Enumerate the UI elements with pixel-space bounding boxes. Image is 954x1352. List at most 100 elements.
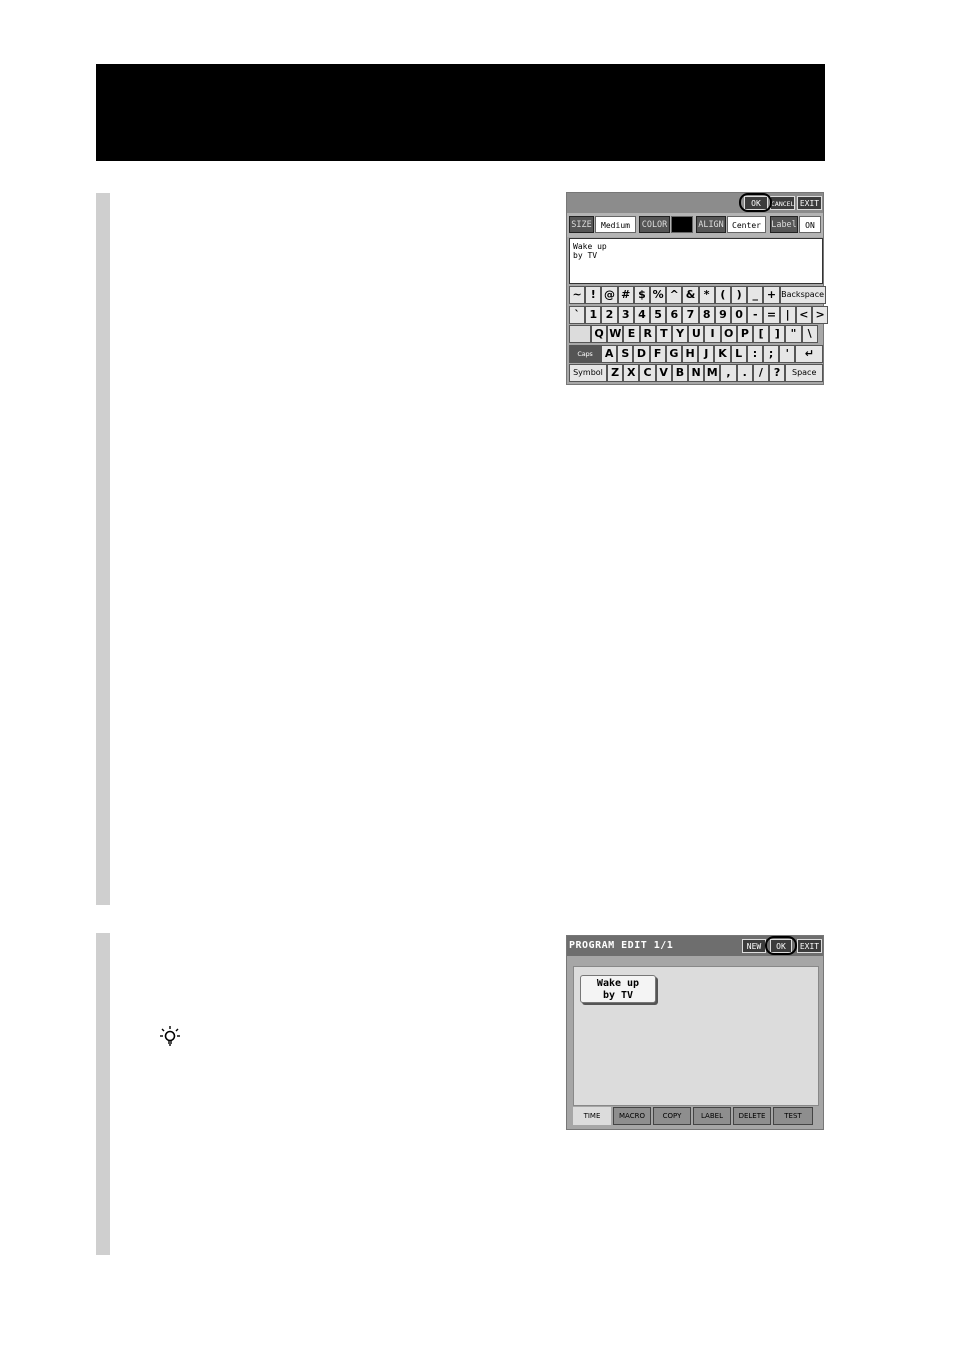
key-8[interactable]: 8 bbox=[698, 305, 715, 324]
exit-button[interactable]: EXIT bbox=[797, 196, 822, 210]
key-v[interactable]: V bbox=[655, 364, 672, 382]
key-h[interactable]: H bbox=[682, 344, 699, 363]
tab-copy[interactable]: COPY bbox=[653, 1107, 691, 1125]
key-caret[interactable]: ^ bbox=[666, 286, 683, 304]
key-underscore[interactable]: _ bbox=[747, 286, 764, 304]
key-m[interactable]: M bbox=[704, 364, 721, 382]
tab-delete[interactable]: DELETE bbox=[733, 1107, 771, 1125]
header-bar bbox=[96, 64, 825, 161]
key-0[interactable]: 0 bbox=[731, 305, 748, 324]
program-button-wake-up[interactable]: Wake up by TV bbox=[580, 975, 656, 1003]
key-r[interactable]: R bbox=[639, 325, 656, 343]
key-period[interactable]: . bbox=[736, 364, 753, 382]
key-pipe[interactable]: | bbox=[779, 305, 796, 324]
key-a[interactable]: A bbox=[601, 344, 618, 363]
key-exclamation[interactable]: ! bbox=[585, 286, 602, 304]
key-u[interactable]: U bbox=[688, 325, 705, 343]
key-2[interactable]: 2 bbox=[601, 305, 618, 324]
key-apostrophe[interactable]: ' bbox=[779, 344, 796, 363]
size-value[interactable]: Medium bbox=[595, 216, 636, 233]
key-ampersand[interactable]: & bbox=[682, 286, 699, 304]
key-x[interactable]: X bbox=[623, 364, 640, 382]
key-3[interactable]: 3 bbox=[617, 305, 634, 324]
tab-time[interactable]: TIME bbox=[573, 1107, 611, 1125]
program-edit-top-bar: PROGRAM EDIT 1/1 NEW OK EXIT bbox=[567, 936, 823, 956]
key-comma[interactable]: , bbox=[720, 364, 737, 382]
key-minus[interactable]: - bbox=[747, 305, 764, 324]
key-k[interactable]: K bbox=[714, 344, 731, 363]
key-y[interactable]: Y bbox=[672, 325, 689, 343]
key-quote[interactable]: " bbox=[785, 325, 802, 343]
text-line-1: Wake up bbox=[573, 242, 607, 251]
key-w[interactable]: W bbox=[607, 325, 624, 343]
key-paren-open[interactable]: ( bbox=[714, 286, 731, 304]
key-i[interactable]: I bbox=[704, 325, 721, 343]
key-enter[interactable]: ↵ bbox=[795, 344, 824, 363]
key-4[interactable]: 4 bbox=[633, 305, 650, 324]
key-paren-close[interactable]: ) bbox=[731, 286, 748, 304]
key-c[interactable]: C bbox=[639, 364, 656, 382]
tab-label[interactable]: LABEL bbox=[693, 1107, 731, 1125]
key-7[interactable]: 7 bbox=[682, 305, 699, 324]
color-label[interactable]: COLOR bbox=[639, 216, 670, 233]
tab-bar: TIME MACRO COPY LABEL DELETE TEST bbox=[567, 1107, 823, 1127]
key-percent[interactable]: % bbox=[650, 286, 667, 304]
key-d[interactable]: D bbox=[633, 344, 650, 363]
key-z[interactable]: Z bbox=[607, 364, 624, 382]
settings-row: SIZE Medium COLOR ALIGN Center Label ON bbox=[567, 213, 823, 237]
key-6[interactable]: 6 bbox=[666, 305, 683, 324]
key-g[interactable]: G bbox=[665, 344, 682, 363]
size-label[interactable]: SIZE bbox=[569, 216, 594, 233]
key-bracket-open[interactable]: [ bbox=[753, 325, 770, 343]
key-1[interactable]: 1 bbox=[585, 305, 602, 324]
key-9[interactable]: 9 bbox=[714, 305, 731, 324]
key-p[interactable]: P bbox=[736, 325, 753, 343]
key-l[interactable]: L bbox=[730, 344, 747, 363]
key-less-than[interactable]: < bbox=[795, 305, 812, 324]
key-symbol[interactable]: Symbol bbox=[569, 364, 607, 382]
align-label[interactable]: ALIGN bbox=[696, 216, 726, 233]
key-b[interactable]: B bbox=[671, 364, 688, 382]
key-j[interactable]: J bbox=[698, 344, 715, 363]
label-toggle-value[interactable]: ON bbox=[799, 216, 821, 233]
key-bracket-close[interactable]: ] bbox=[769, 325, 786, 343]
key-backslash[interactable]: \ bbox=[801, 325, 818, 343]
color-swatch[interactable] bbox=[671, 216, 693, 233]
label-text-input[interactable]: Wake up by TV bbox=[569, 238, 823, 284]
key-greater-than[interactable]: > bbox=[812, 305, 829, 324]
key-semicolon[interactable]: ; bbox=[763, 344, 780, 363]
key-s[interactable]: S bbox=[617, 344, 634, 363]
key-slash[interactable]: / bbox=[752, 364, 769, 382]
program-line-1: Wake up bbox=[596, 978, 640, 989]
key-space[interactable]: Space bbox=[785, 364, 824, 382]
key-backtick[interactable]: ` bbox=[569, 305, 586, 324]
key-asterisk[interactable]: * bbox=[698, 286, 715, 304]
key-o[interactable]: O bbox=[720, 325, 737, 343]
key-backspace[interactable]: Backspace bbox=[779, 286, 826, 304]
key-5[interactable]: 5 bbox=[650, 305, 667, 324]
key-e[interactable]: E bbox=[623, 325, 640, 343]
tab-test[interactable]: TEST bbox=[773, 1107, 813, 1125]
key-f[interactable]: F bbox=[649, 344, 666, 363]
cancel-button[interactable]: CANCEL bbox=[770, 196, 795, 210]
key-colon[interactable]: : bbox=[746, 344, 763, 363]
key-tilde[interactable]: ~ bbox=[569, 286, 586, 304]
tab-macro[interactable]: MACRO bbox=[613, 1107, 651, 1125]
new-button[interactable]: NEW bbox=[742, 939, 766, 953]
key-caps-lock[interactable]: Caps Lock bbox=[569, 344, 601, 374]
key-question[interactable]: ? bbox=[769, 364, 786, 382]
key-hash[interactable]: # bbox=[617, 286, 634, 304]
key-n[interactable]: N bbox=[688, 364, 705, 382]
key-t[interactable]: T bbox=[655, 325, 672, 343]
key-at[interactable]: @ bbox=[601, 286, 618, 304]
keyboard-row-5: Symbol Z X C V B N M,. /? Space bbox=[567, 364, 824, 382]
key-q[interactable]: Q bbox=[591, 325, 608, 343]
key-equals[interactable]: = bbox=[763, 305, 780, 324]
align-value[interactable]: Center bbox=[727, 216, 766, 233]
key-dollar[interactable]: $ bbox=[633, 286, 650, 304]
label-toggle-label[interactable]: Label bbox=[770, 216, 798, 233]
exit-button[interactable]: EXIT bbox=[797, 939, 822, 953]
key-blank bbox=[569, 325, 591, 343]
key-plus[interactable]: + bbox=[763, 286, 780, 304]
keyboard-row-4: Caps LockASDFGHJKL:;'↵ bbox=[567, 344, 824, 374]
